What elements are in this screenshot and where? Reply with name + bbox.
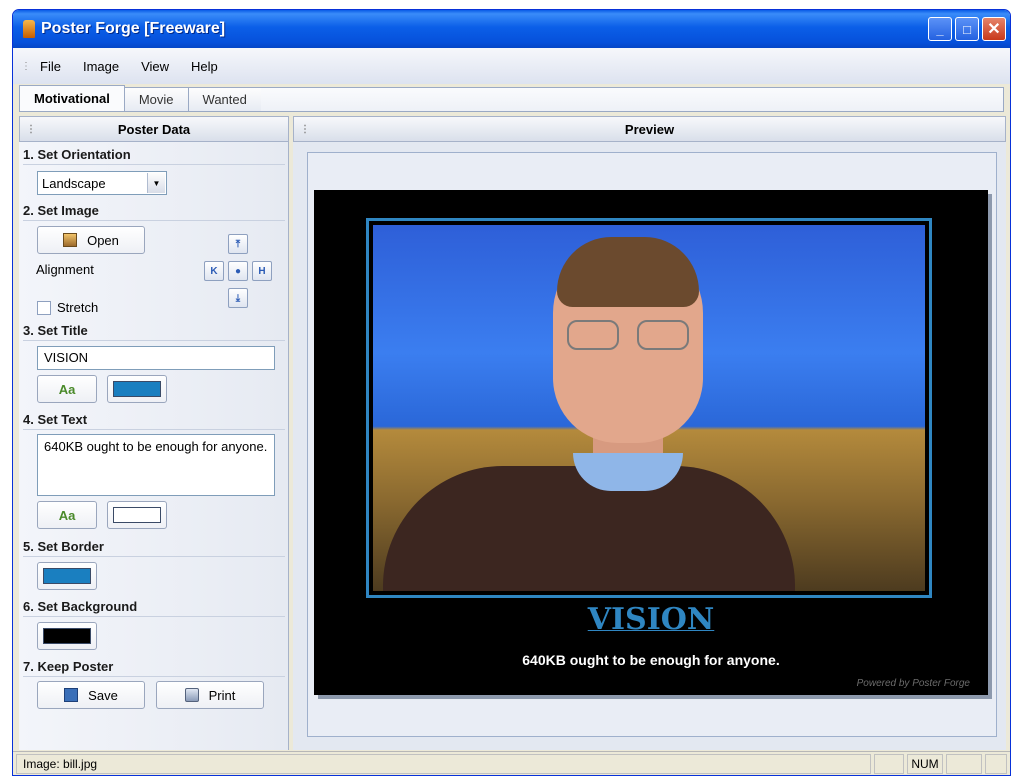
menu-file[interactable]: File [40, 59, 61, 74]
align-right-button[interactable]: H [252, 261, 272, 281]
poster-body-text: 640KB ought to be enough for anyone. [522, 652, 780, 668]
divider [23, 340, 285, 341]
orientation-value: Landscape [42, 175, 106, 191]
dropdown-arrow-icon[interactable]: ▼ [147, 173, 165, 193]
save-button[interactable]: Save [37, 681, 145, 709]
preview-header: ⋮ Preview [293, 116, 1006, 142]
close-icon: ✕ [987, 21, 1001, 38]
status-cell [946, 753, 982, 774]
background-color-button[interactable] [37, 622, 97, 650]
tab-strip-fill [260, 87, 1004, 111]
text-input[interactable]: 640KB ought to be enough for anyone. [37, 434, 275, 496]
panel-grip-icon[interactable]: ⋮ [300, 124, 310, 135]
preview-panel: VISION 640KB ought to be enough for anyo… [293, 142, 1006, 750]
open-label: Open [87, 232, 119, 248]
font-icon: Aa [58, 381, 76, 397]
align-center-button[interactable]: ● [228, 261, 248, 281]
printer-icon [184, 688, 199, 702]
section-keep-label: 7. Keep Poster [23, 659, 114, 674]
section-text-label: 4. Set Text [23, 412, 88, 427]
divider [23, 556, 285, 557]
title-font-button[interactable]: Aa [37, 375, 97, 403]
center-dot-icon: ● [234, 265, 242, 277]
border-color-button[interactable] [37, 562, 97, 590]
title-input[interactable]: VISION [37, 346, 275, 370]
app-icon [23, 20, 35, 38]
stretch-checkbox[interactable] [37, 301, 51, 315]
print-label: Print [208, 687, 236, 703]
divider [23, 220, 285, 221]
close-button[interactable]: ✕ [982, 17, 1006, 41]
background-color-swatch [43, 628, 91, 644]
arrow-up-icon: ⤒ [235, 238, 241, 250]
text-color-swatch [113, 507, 161, 523]
menu-image[interactable]: Image [83, 59, 119, 74]
resize-grip-icon[interactable] [985, 753, 1007, 774]
title-color-button[interactable] [107, 375, 167, 403]
status-cell [874, 753, 904, 774]
arrow-down-icon: ⤓ [235, 292, 241, 304]
section-border-label: 5. Set Border [23, 539, 104, 554]
poster-data-title: Poster Data [117, 121, 191, 137]
poster-title-text: VISION [587, 602, 715, 637]
status-num: NUM [907, 753, 943, 774]
border-color-swatch [43, 568, 91, 584]
divider [23, 164, 285, 165]
divider [23, 676, 285, 677]
alignment-label: Alignment [36, 262, 94, 277]
image-file-icon [63, 233, 78, 247]
poster-data-panel: 1. Set Orientation Landscape ▼ 2. Set Im… [19, 142, 289, 750]
divider [23, 429, 285, 430]
menu-help[interactable]: Help [191, 59, 218, 74]
status-bar: Image: bill.jpg NUM [13, 751, 1010, 775]
minimize-icon: _ [936, 21, 944, 37]
text-font-button[interactable]: Aa [37, 501, 97, 529]
text-color-button[interactable] [107, 501, 167, 529]
align-top-button[interactable]: ⤒ [228, 234, 248, 254]
poster-credit-text: Powered by Poster Forge [856, 678, 970, 689]
tab-motivational[interactable]: Motivational [19, 85, 125, 111]
floppy-disk-icon [64, 688, 79, 702]
title-bar[interactable]: Poster Forge [Freeware] _ □ ✕ [13, 10, 1010, 48]
menu-bar: ⋮ File Image View Help [13, 48, 1010, 84]
maximize-button[interactable]: □ [955, 17, 979, 41]
status-image: Image: bill.jpg [16, 753, 871, 774]
title-color-swatch [113, 381, 161, 397]
divider [23, 616, 285, 617]
tab-movie[interactable]: Movie [123, 87, 189, 111]
preview-area: VISION 640KB ought to be enough for anyo… [307, 152, 997, 737]
menu-view[interactable]: View [141, 59, 169, 74]
orientation-select[interactable]: Landscape ▼ [37, 171, 167, 195]
window-title: Poster Forge [Freeware] [41, 20, 226, 37]
poster-type-tabs: Motivational Movie Wanted [19, 85, 1004, 112]
section-background-label: 6. Set Background [23, 599, 138, 614]
align-left-button[interactable]: K [204, 261, 224, 281]
arrow-left-icon: K [210, 265, 218, 277]
section-image-label: 2. Set Image [23, 203, 99, 218]
tab-wanted[interactable]: Wanted [187, 87, 262, 111]
panel-grip-icon[interactable]: ⋮ [26, 124, 36, 135]
maximize-icon: □ [963, 21, 971, 37]
poster-data-header: ⋮ Poster Data [19, 116, 289, 142]
open-image-button[interactable]: Open [37, 226, 145, 254]
font-icon: Aa [58, 507, 76, 523]
arrow-right-icon: H [258, 265, 266, 277]
minimize-button[interactable]: _ [928, 17, 952, 41]
preview-title: Preview [624, 121, 675, 137]
app-window: Poster Forge [Freeware] _ □ ✕ ⋮ File Ima… [12, 9, 1011, 776]
poster-preview: VISION 640KB ought to be enough for anyo… [314, 190, 988, 695]
poster-image-border [366, 218, 932, 598]
align-bottom-button[interactable]: ⤓ [228, 288, 248, 308]
section-orientation-label: 1. Set Orientation [23, 147, 131, 162]
stretch-label[interactable]: Stretch [57, 300, 98, 315]
toolbar-grip-icon[interactable]: ⋮ [21, 61, 31, 72]
print-button[interactable]: Print [156, 681, 264, 709]
section-title-label: 3. Set Title [23, 323, 88, 338]
save-label: Save [88, 687, 118, 703]
poster-photo [373, 225, 925, 591]
